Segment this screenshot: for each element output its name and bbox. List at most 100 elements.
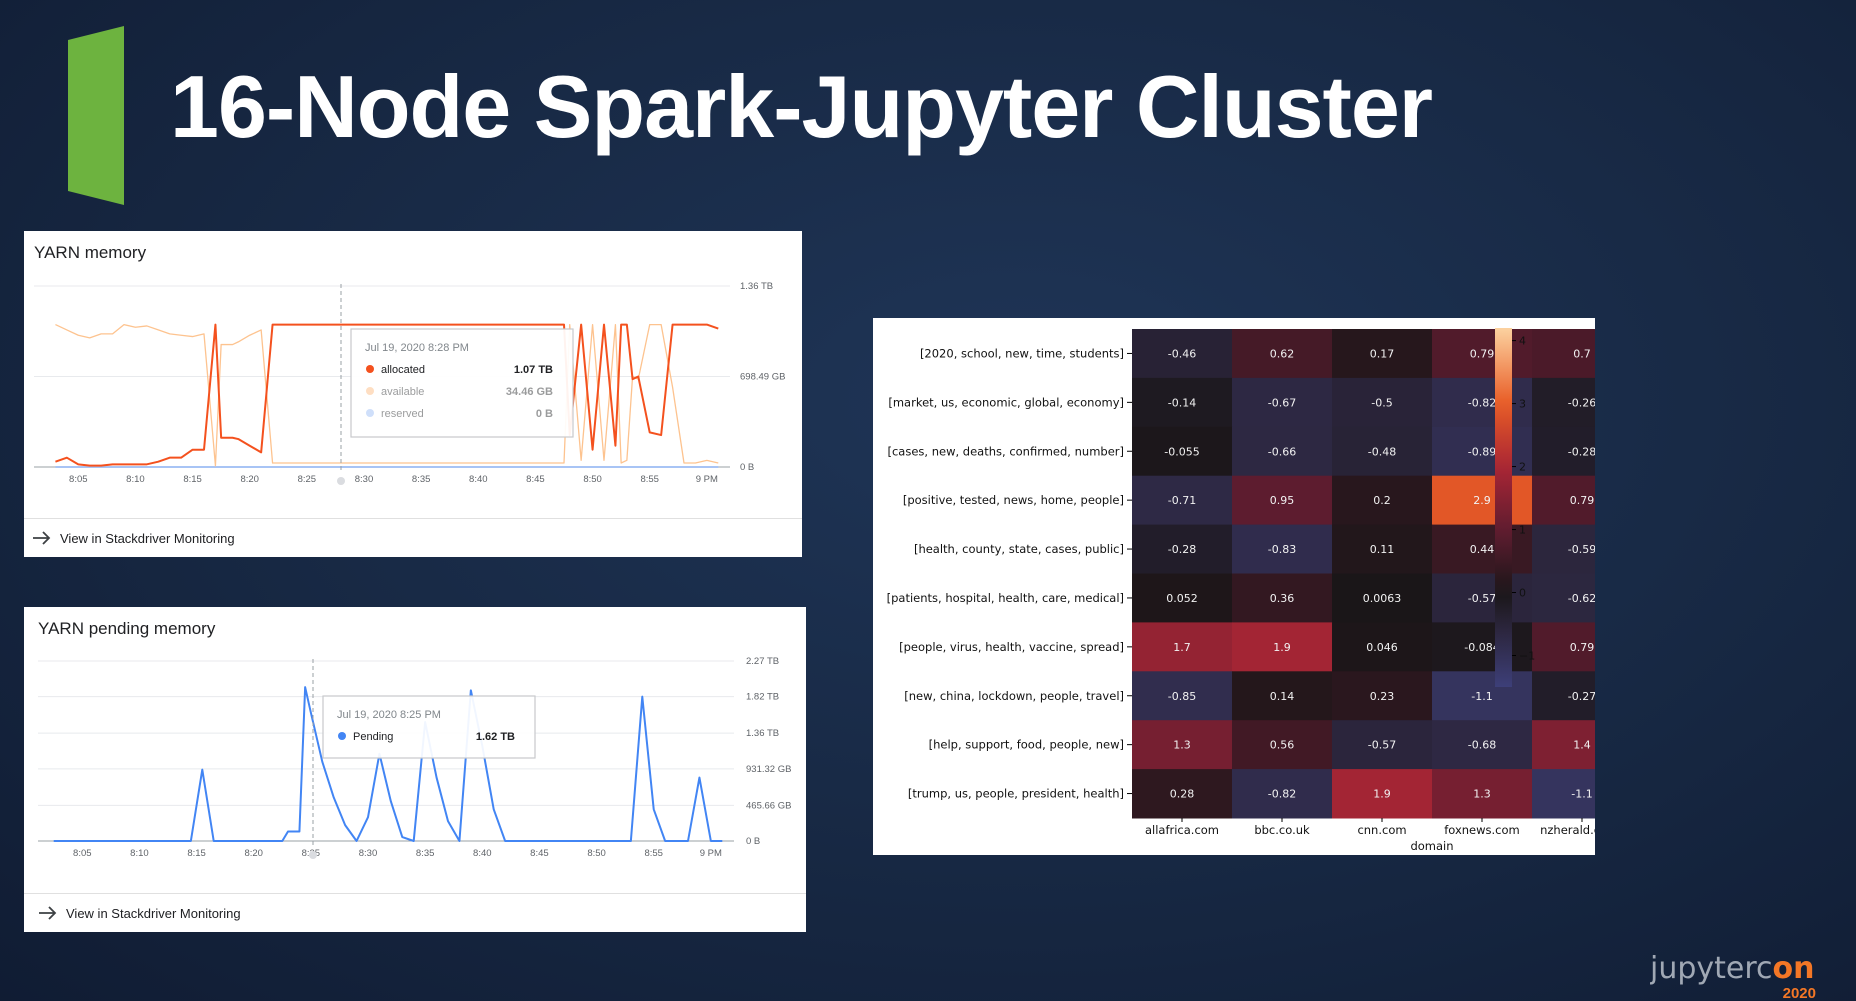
heatmap-cell-label: 1.7 [1173,641,1191,654]
y-tick-label: 1.36 TB [746,728,779,739]
x-tick-label: 8:20 [240,474,259,485]
heatmap-row-label: [patients, hospital, health, care, medic… [887,591,1124,605]
x-tick-label: 9 PM [696,474,718,485]
heatmap-cell-label: -0.83 [1268,543,1296,556]
x-tick-label: 8:45 [530,848,549,859]
heatmap-cell-label: 1.9 [1373,788,1391,801]
heatmap-chart: -0.460.620.170.790.7-1.5-0.14-0.67-0.5-0… [887,328,1733,853]
heatmap-cell-label: 0.11 [1370,543,1395,556]
tooltip-series-label: available [381,386,424,398]
tooltip-swatch [338,732,346,740]
hover-tooltip: Jul 19, 2020 8:25 PM Pending 1.62 TB [322,695,536,759]
heatmap-cell-label: 1.9 [1273,641,1291,654]
heatmap-cell-label: -0.5 [1371,396,1392,409]
tooltip-series-label: Pending [353,731,393,743]
x-tick-label: 8:10 [126,474,145,485]
accent-bar [68,26,124,205]
logo-text-n: n [1793,951,1814,986]
heatmap-cell-label: 0.7 [1573,347,1591,360]
heatmap-cell-label: -1.1 [1571,788,1592,801]
heatmap-cell-label: -0.57 [1368,739,1396,752]
heatmap-cell-label: -0.46 [1168,347,1196,360]
y-tick-label: 1.36 TB [740,281,773,292]
yarn-memory-chart[interactable]: 1.36 TB 698.49 GB 0 B 8:05 8:10 8:15 8:20 8:25 8… [24,231,802,519]
heatmap-cell-label: -0.85 [1168,690,1196,703]
heatmap-cell-label: 0.17 [1370,347,1395,360]
y-tick-label: 1.82 TB [746,692,779,703]
heatmap-cell-label: -0.28 [1568,445,1595,458]
colorbar-tick-label: 3 [1519,398,1526,411]
x-tick-label: 8:35 [416,848,435,859]
x-tick-label: 8:50 [587,848,606,859]
heatmap-cell-label: -0.055 [1164,445,1199,458]
tooltip-series-value: 34.46 GB [506,386,553,398]
x-tick-label: 8:40 [469,474,488,485]
x-tick-label: 8:50 [583,474,602,485]
heatmap-cell-label: -0.66 [1268,445,1296,458]
colorbar-tick-label: −1 [1519,650,1535,663]
tooltip-series-value: 1.07 TB [514,364,553,376]
heatmap-row-label: [help, support, food, people, new] [929,738,1124,752]
x-tick-label: 8:35 [412,474,431,485]
logo-text: jupytercon [1650,951,1815,986]
y-tick-label: 465.66 GB [746,800,791,811]
y-tick-label: 0 B [740,462,754,473]
colorbar-tick-label: 4 [1519,335,1526,348]
heatmap-cell-label: -0.67 [1268,396,1296,409]
colorbar-tick-label: 1 [1519,524,1526,537]
colorbar-tick-label: 2 [1519,461,1526,474]
x-tick-label: 9 PM [700,848,722,859]
x-tick-label: 8:30 [355,474,374,485]
heatmap-cell-label: 1.3 [1173,739,1191,752]
jupytercon-logo: jupytercon 2020 [1650,951,1816,1000]
x-tick-label: 8:20 [244,848,263,859]
view-in-stackdriver-link[interactable]: View in Stackdriver Monitoring [66,906,241,921]
heatmap-row-label: [new, china, lockdown, people, travel] [904,689,1124,703]
tooltip-swatch [366,409,374,417]
heatmap-cell-label: -0.26 [1568,396,1595,409]
heatmap-cell-label: 0.28 [1170,788,1195,801]
yarn-pending-footer[interactable]: View in Stackdriver Monitoring [24,893,806,932]
tooltip-series-label: reserved [381,408,424,420]
tooltip-series-label: allocated [381,364,425,376]
arrow-right-icon [33,531,51,545]
tooltip-time: Jul 19, 2020 8:25 PM [337,709,441,721]
heatmap-cell-label: -0.71 [1168,494,1196,507]
x-tick-label: 8:10 [130,848,149,859]
heatmap-cell-label: -1.1 [1471,690,1492,703]
heatmap-cell-label: -0.89 [1468,445,1496,458]
yarn-memory-footer[interactable]: View in Stackdriver Monitoring [24,518,802,557]
heatmap-cell-label: 0.95 [1270,494,1295,507]
tooltip-series-value: 0 B [536,408,553,420]
y-tick-label: 0 B [746,836,760,847]
heatmap-cell-label: -0.57 [1468,592,1496,605]
yarn-memory-panel: 1.36 TB 698.49 GB 0 B 8:05 8:10 8:15 8:20 8:25 8… [24,231,802,557]
heatmap-row-label: [market, us, economic, global, economy] [888,395,1124,409]
hover-cursor-dot [337,477,345,485]
heatmap-cell-label: 0.14 [1270,690,1295,703]
tooltip-swatch [366,365,374,373]
heatmap-cell-label: 0.62 [1270,347,1295,360]
tooltip-time: Jul 19, 2020 8:28 PM [365,342,469,354]
x-tick-label: 8:45 [526,474,545,485]
tooltip-swatch [366,387,374,395]
heatmap-cell-label: 0.36 [1270,592,1295,605]
hover-tooltip: Jul 19, 2020 8:28 PM allocated 1.07 TB avai… [350,328,574,438]
view-in-stackdriver-link[interactable]: View in Stackdriver Monitoring [60,531,235,546]
logo-year: 2020 [1783,985,1816,1000]
yarn-pending-chart[interactable]: 2.27 TB 1.82 TB 1.36 TB 931.32 GB 465.66 GB 0… [24,607,806,894]
heatmap-row-label: [trump, us, people, president, health] [908,787,1124,801]
logo-text-main: jupyterc [1650,951,1773,986]
heatmap-cell-label: 0.56 [1270,739,1295,752]
heatmap-row-label: [positive, tested, news, home, people] [903,493,1124,507]
heatmap-cell-label: 0.052 [1166,592,1198,605]
heatmap-row-label: [2020, school, new, time, students] [920,346,1124,360]
heatmap-cell-label: 0.23 [1370,690,1395,703]
hover-cursor-dot [309,851,317,859]
logo-text-o: o [1773,951,1794,986]
heatmap-row-label: [cases, new, deaths, confirmed, number] [887,444,1124,458]
heatmap-cell-label: -0.68 [1468,739,1496,752]
tooltip-series-value: 1.62 TB [476,731,515,743]
x-tick-label: 8:55 [640,474,659,485]
yarn-pending-title: YARN pending memory [38,619,216,638]
